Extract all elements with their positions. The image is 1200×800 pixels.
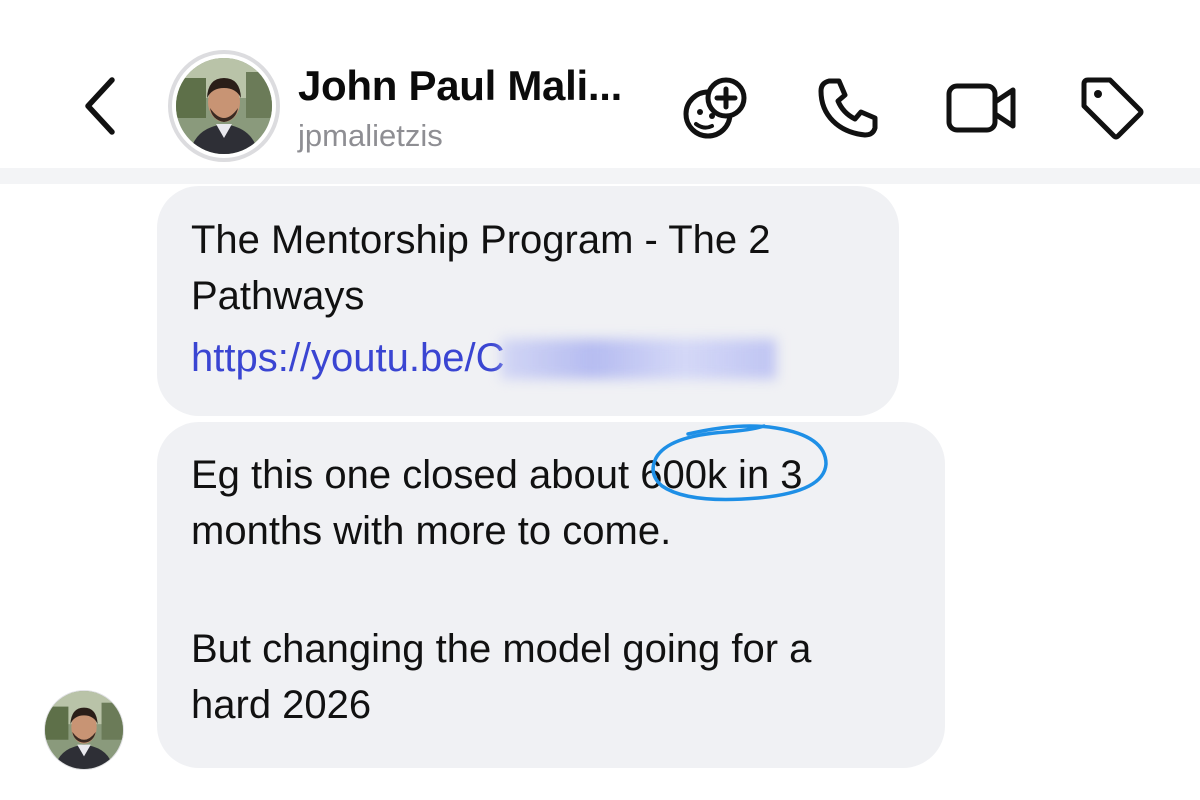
message-link-row: https://youtu.be/C — [191, 324, 865, 386]
youtube-link[interactable]: https://youtu.be/C — [191, 330, 505, 386]
message-line: The Mentorship Program - The 2 — [191, 218, 771, 262]
sticker-button[interactable] — [676, 68, 756, 148]
tag-icon — [1081, 77, 1144, 140]
message-line: But changing the model going for a — [191, 627, 812, 671]
video-call-button[interactable] — [942, 68, 1022, 148]
contact-avatar[interactable] — [168, 50, 280, 162]
call-button[interactable] — [808, 68, 888, 148]
phone-icon — [818, 78, 878, 138]
message-bubble[interactable]: The Mentorship Program - The 2 Pathways … — [157, 186, 899, 416]
avatar-photo — [176, 58, 272, 154]
sender-avatar[interactable] — [44, 690, 124, 770]
chat-header: John Paul Mali... jpmalietzis — [0, 0, 1200, 182]
message-bubble[interactable]: Eg this one closed about 600k in 3 month… — [157, 422, 945, 768]
contact-handle[interactable]: jpmalietzis — [298, 118, 443, 154]
back-button[interactable] — [76, 70, 124, 142]
tag-button[interactable] — [1072, 68, 1152, 148]
message-line: Pathways — [191, 274, 365, 318]
video-camera-icon — [946, 83, 1016, 133]
header-divider — [0, 168, 1200, 184]
chevron-left-icon — [85, 77, 115, 135]
message-line: Eg this one closed about 600k in 3 — [191, 453, 803, 497]
message-line: months with more to come. — [191, 509, 672, 553]
message-line: hard 2026 — [191, 683, 372, 727]
sticker-plus-icon — [683, 77, 747, 139]
chat-screen: John Paul Mali... jpmalietzis The Mentor… — [0, 0, 1200, 800]
contact-name[interactable]: John Paul Mali... — [298, 62, 668, 110]
blurred-link-portion — [500, 339, 776, 379]
